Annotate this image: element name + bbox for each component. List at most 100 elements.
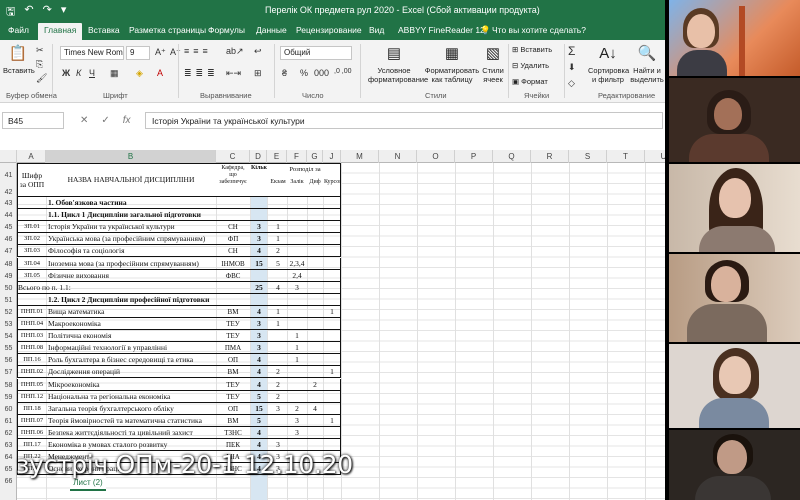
cell-exam[interactable]: 3 [269,404,287,414]
cell-dept[interactable]: ПМА [217,343,249,353]
number-format-combo[interactable]: Общий [280,46,352,60]
cell-discipline[interactable]: Мікроекономіка [48,380,216,390]
merge-icon[interactable]: ⊞ [254,68,262,79]
cell-cipher[interactable]: ЗП.05 [18,271,46,281]
tab-insert[interactable]: Вставка [88,23,120,40]
comma-style-icon[interactable]: 000 [314,68,329,78]
row-header[interactable]: 60 [0,406,17,413]
cell-discipline[interactable]: Економіка в умовах сталого розвитку [48,440,216,450]
select-all-corner[interactable] [0,150,17,163]
cell-credits[interactable]: 3 [251,343,267,353]
tab-page-layout[interactable]: Разметка страницы [129,23,206,40]
cell-discipline[interactable]: Іноземна мова (за професійним спрямуванн… [48,259,216,269]
cell-cipher[interactable]: ПНП.07 [18,416,46,426]
clear-icon[interactable]: ◇ [568,78,575,89]
cell-dept[interactable]: ІНМОВ [217,259,249,269]
cell-dept[interactable]: ФП [217,234,249,244]
row-total-label[interactable]: Всього по п. 1.1: [18,283,198,293]
row-header[interactable]: 47 [0,248,17,255]
cell-cipher[interactable]: ЗП.02 [18,234,46,244]
tab-formulas[interactable]: Формулы [208,23,245,40]
align-top-icon[interactable]: ≡≡≡ [184,46,212,56]
cell-credits[interactable]: 3 [251,234,267,244]
cell-dz[interactable]: 4 [307,404,323,414]
cell-dept[interactable]: ПЕК [217,440,249,450]
find-select-button[interactable]: 🔍 Найти и выделить [630,44,664,84]
participant-video[interactable] [669,344,800,428]
tab-abbyy[interactable]: ABBYY FineReader 12 [398,23,485,40]
cell-exam[interactable]: 1 [269,319,287,329]
fill-color-icon[interactable]: ◈ [136,68,143,79]
sheet-tab[interactable]: Лист (2) [70,477,106,491]
cell-dept[interactable]: ОП [217,355,249,365]
cell-credit-test[interactable]: 3 [288,416,306,426]
row-header[interactable]: 42 [0,189,17,196]
row-header[interactable]: 52 [0,309,17,316]
cell-styles-button[interactable]: ▧ Стили ячеек [480,44,506,84]
cell-dept[interactable]: ВМ [217,416,249,426]
indent-icon[interactable]: ⇤⇥ [226,68,241,79]
tab-file[interactable]: Файл [8,23,29,40]
cell-discipline[interactable]: Роль бухгалтера в бізнес середовищі та е… [48,355,216,365]
cell-credits[interactable]: 5 [251,392,267,402]
row-header[interactable]: 50 [0,285,17,292]
cell-credit-test[interactable]: 1 [288,343,306,353]
format-painter-icon[interactable]: 🖌 [36,73,47,84]
conditional-formatting-button[interactable]: ▤ Условное форматирование [368,44,428,84]
cell-cipher[interactable]: ЗП.01 [18,222,46,232]
cell-credit-test[interactable]: 2 [288,404,306,414]
cell-discipline[interactable]: Дослідження операцій [48,367,216,377]
cell-dept[interactable]: ВМ [217,367,249,377]
cell-credits[interactable]: 3 [251,319,267,329]
row-header[interactable]: 49 [0,273,17,280]
cell-cipher[interactable]: ПНП.04 [18,319,46,329]
row-header[interactable]: 44 [0,212,17,219]
row-header[interactable]: 62 [0,430,17,437]
cell-dept[interactable]: ТЕУ [217,319,249,329]
row-header[interactable]: 64 [0,454,17,461]
row-header[interactable]: 55 [0,345,17,352]
column-header[interactable]: P [455,150,493,163]
tab-data[interactable]: Данные [256,23,287,40]
column-header[interactable]: T [607,150,645,163]
cell-cipher[interactable]: ЗП.03 [18,246,46,256]
cell-discipline[interactable]: Фізичне виховання [48,271,216,281]
cell-exam[interactable]: 1 [269,307,287,317]
cell-credits[interactable]: 4 [251,246,267,256]
cell-cipher[interactable]: ПНП.03 [18,331,46,341]
italic-icon[interactable]: К [76,68,81,78]
cell-dept[interactable]: СН [217,222,249,232]
cell-cipher[interactable]: ПНП.05 [18,380,46,390]
cell-credit-test[interactable]: 1 [288,355,306,365]
column-header[interactable]: Q [493,150,531,163]
column-header[interactable]: G [307,150,323,163]
row-header[interactable]: 59 [0,394,17,401]
row-header[interactable]: 45 [0,224,17,231]
shrink-font-icon[interactable]: A⁻ [170,47,181,58]
font-size-combo[interactable]: 9 [126,46,150,60]
cell-exam[interactable]: 2 [269,380,287,390]
cell-discipline[interactable]: Філософія та соціологія [48,246,216,256]
header-dept[interactable]: Кафедра, що забезпечує [217,165,249,186]
cell-dept[interactable]: СН [217,246,249,256]
header-dz[interactable]: Диф [307,177,323,187]
header-exam[interactable]: Екзам [269,177,287,187]
cell-discipline[interactable]: Загальна теорія бухгалтерського обліку [48,404,216,414]
cell-dept[interactable]: ВМ [217,307,249,317]
paste-button[interactable]: 📋 Вставить [3,44,35,75]
cell-cipher[interactable]: ПП.17 [18,440,46,450]
row-header[interactable]: 58 [0,382,17,389]
tab-home[interactable]: Главная [38,23,83,40]
cell-discipline[interactable]: Теорія ймовірностей та математична стати… [48,416,216,426]
tell-me-search[interactable]: Что вы хотите сделать? [492,23,586,40]
row-header[interactable]: 61 [0,418,17,425]
cell-credits[interactable]: 3 [251,331,267,341]
cell-exam[interactable]: 5 [269,259,287,269]
name-box[interactable]: B45 [2,112,64,129]
column-header[interactable]: A [17,150,46,163]
participant-video[interactable] [669,78,800,162]
participant-video[interactable] [669,0,800,76]
header-cipher[interactable]: Шифр за ОПП [18,171,46,189]
participant-video[interactable] [669,254,800,342]
row-header[interactable]: 48 [0,261,17,268]
